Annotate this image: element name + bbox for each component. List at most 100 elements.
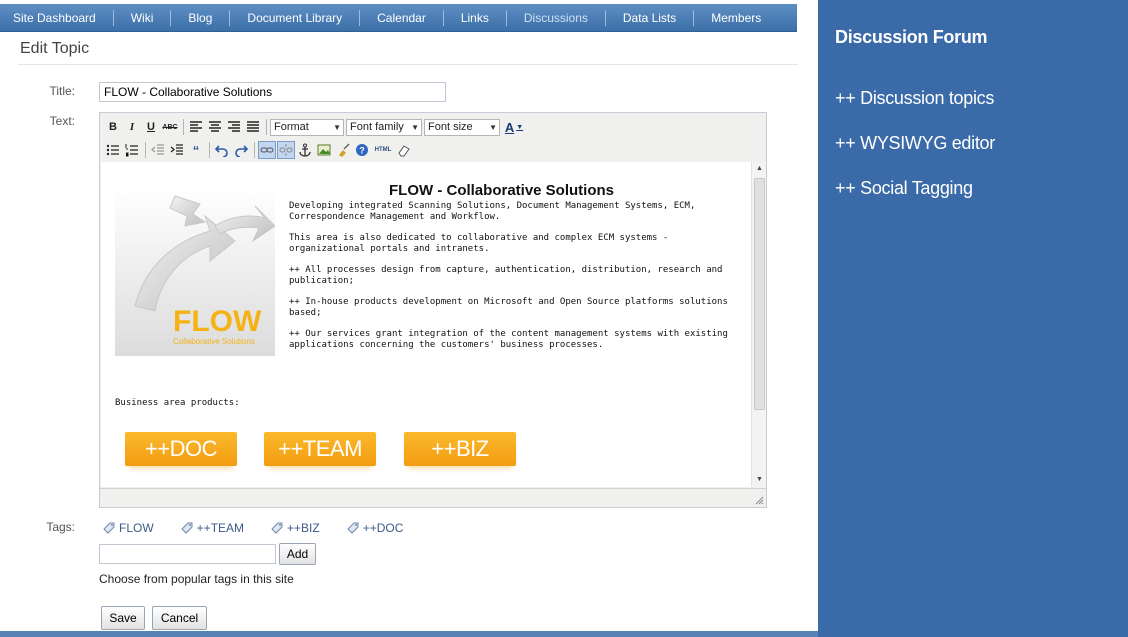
title-divider bbox=[18, 64, 798, 65]
side-panel-title: Discussion Forum bbox=[835, 27, 988, 47]
image-icon[interactable] bbox=[315, 141, 333, 159]
site-nav-bar: Site Dashboard Wiki Blog Document Librar… bbox=[0, 4, 797, 32]
strikethrough-button[interactable]: ABC bbox=[161, 118, 179, 136]
chevron-down-icon: ▼ bbox=[333, 122, 341, 132]
font-family-select-label: Font family bbox=[350, 121, 404, 133]
align-justify-icon[interactable] bbox=[244, 118, 262, 136]
tags-label: Tags: bbox=[46, 520, 75, 534]
anchor-icon[interactable] bbox=[296, 141, 314, 159]
font-size-select[interactable]: Font size ▼ bbox=[424, 118, 500, 136]
document-paragraph: ++ All processes design from capture, au… bbox=[289, 265, 723, 286]
resize-grip-icon[interactable] bbox=[754, 495, 764, 505]
business-area-label: Business area products: bbox=[115, 398, 240, 408]
save-button[interactable]: Save bbox=[101, 606, 145, 630]
side-panel-item: ++ WYSIWYG editor bbox=[835, 133, 995, 153]
numbered-list-icon[interactable] bbox=[123, 141, 141, 159]
cancel-button[interactable]: Cancel bbox=[152, 606, 207, 630]
unlink-icon[interactable] bbox=[277, 141, 295, 159]
tag-team[interactable]: ++TEAM bbox=[180, 521, 244, 535]
tag-list: FLOW ++TEAM ++BIZ ++DOC bbox=[102, 521, 429, 535]
align-left-icon[interactable] bbox=[187, 118, 205, 136]
toolbar-separator bbox=[145, 142, 146, 158]
product-doc-banner: ++DOC bbox=[125, 432, 237, 466]
title-input[interactable] bbox=[99, 82, 446, 102]
nav-data-lists[interactable]: Data Lists bbox=[604, 9, 693, 26]
tag-icon bbox=[103, 522, 115, 534]
editor-vertical-scrollbar[interactable]: ▲ ▼ bbox=[751, 162, 766, 487]
document-paragraph: ++ Our services grant integration of the… bbox=[289, 329, 728, 350]
editor-toolbar-row-2: “ ? HTML bbox=[104, 139, 414, 161]
side-panel-item: ++ Social Tagging bbox=[835, 178, 973, 198]
tag-label: ++DOC bbox=[362, 521, 404, 535]
html-source-button[interactable]: HTML bbox=[372, 141, 394, 159]
tag-flow[interactable]: FLOW bbox=[102, 521, 154, 535]
cleanup-icon[interactable] bbox=[334, 141, 352, 159]
nav-blog[interactable]: Blog bbox=[170, 9, 229, 26]
format-select[interactable]: Format ▼ bbox=[270, 118, 344, 136]
blockquote-icon[interactable]: “ bbox=[187, 141, 205, 159]
product-team-banner: ++TEAM bbox=[264, 432, 376, 466]
font-size-select-label: Font size bbox=[428, 121, 473, 133]
font-family-select[interactable]: Font family ▼ bbox=[346, 118, 422, 136]
text-label: Text: bbox=[49, 114, 75, 128]
nav-site-dashboard[interactable]: Site Dashboard bbox=[0, 10, 113, 26]
toolbar-separator bbox=[209, 142, 210, 158]
eraser-icon[interactable] bbox=[395, 141, 413, 159]
tag-icon bbox=[347, 522, 359, 534]
feature-side-panel: Discussion Forum ++ Discussion topics ++… bbox=[818, 0, 1128, 637]
align-right-icon[interactable] bbox=[225, 118, 243, 136]
tag-label: ++BIZ bbox=[287, 521, 320, 535]
tag-icon bbox=[180, 522, 193, 534]
editor-content-area[interactable]: FLOW Collaborative Solutions FLOW - Coll… bbox=[101, 162, 751, 487]
document-paragraph: Developing integrated Scanning Solutions… bbox=[289, 201, 696, 222]
link-icon[interactable] bbox=[258, 141, 276, 159]
svg-text:?: ? bbox=[359, 146, 365, 156]
tag-icon bbox=[271, 522, 283, 534]
bullet-list-icon[interactable] bbox=[104, 141, 122, 159]
nav-document-library[interactable]: Document Library bbox=[229, 9, 359, 26]
help-icon[interactable]: ? bbox=[353, 141, 371, 159]
chevron-down-icon: ▼ bbox=[411, 122, 419, 132]
logo-text: FLOW bbox=[173, 305, 262, 338]
scroll-down-icon[interactable]: ▼ bbox=[752, 473, 767, 487]
align-center-icon[interactable] bbox=[206, 118, 224, 136]
bottom-accent-bar bbox=[0, 631, 818, 637]
editor-status-bar bbox=[100, 488, 766, 507]
font-color-button[interactable]: A ▼ bbox=[502, 118, 526, 136]
underline-button[interactable]: U bbox=[142, 118, 160, 136]
nav-wiki[interactable]: Wiki bbox=[112, 9, 171, 26]
tag-label: ++TEAM bbox=[196, 521, 245, 535]
add-tag-button[interactable]: Add bbox=[279, 543, 316, 565]
rich-text-editor: B I U ABC Format ▼ Font family ▼ Font size… bbox=[99, 112, 767, 508]
chevron-down-icon: ▼ bbox=[489, 122, 497, 132]
nav-members[interactable]: Members bbox=[693, 9, 778, 26]
toolbar-separator bbox=[183, 119, 184, 135]
bold-button[interactable]: B bbox=[104, 118, 122, 136]
logo-subtext: Collaborative Solutions bbox=[173, 337, 255, 346]
nav-links[interactable]: Links bbox=[442, 9, 506, 26]
indent-icon[interactable] bbox=[168, 141, 186, 159]
product-biz-banner: ++BIZ bbox=[404, 432, 516, 466]
font-color-icon: A bbox=[504, 119, 515, 135]
popular-tags-link[interactable]: Choose from popular tags in this site bbox=[99, 572, 294, 586]
scrollbar-thumb[interactable] bbox=[754, 178, 765, 410]
nav-discussions[interactable]: Discussions bbox=[505, 9, 605, 26]
tag-doc[interactable]: ++DOC bbox=[346, 521, 404, 535]
nav-calendar[interactable]: Calendar bbox=[359, 9, 443, 26]
document-heading: FLOW - Collaborative Solutions bbox=[389, 182, 614, 199]
toolbar-separator bbox=[254, 142, 255, 158]
page-title: Edit Topic bbox=[20, 40, 90, 57]
scroll-up-icon[interactable]: ▲ bbox=[752, 162, 767, 176]
italic-button[interactable]: I bbox=[123, 118, 141, 136]
tag-biz[interactable]: ++BIZ bbox=[270, 521, 320, 535]
title-label: Title: bbox=[49, 84, 75, 98]
editor-toolbar-row-1: B I U ABC Format ▼ Font family ▼ Font size… bbox=[104, 116, 527, 138]
outdent-icon[interactable] bbox=[149, 141, 167, 159]
toolbar-separator bbox=[266, 119, 267, 135]
tag-input[interactable] bbox=[99, 544, 276, 564]
undo-icon[interactable] bbox=[213, 141, 231, 159]
document-paragraph: This area is also dedicated to collabora… bbox=[289, 233, 669, 254]
redo-icon[interactable] bbox=[232, 141, 250, 159]
chevron-down-icon: ▼ bbox=[516, 123, 524, 131]
flow-logo-image: FLOW Collaborative Solutions bbox=[115, 186, 275, 356]
